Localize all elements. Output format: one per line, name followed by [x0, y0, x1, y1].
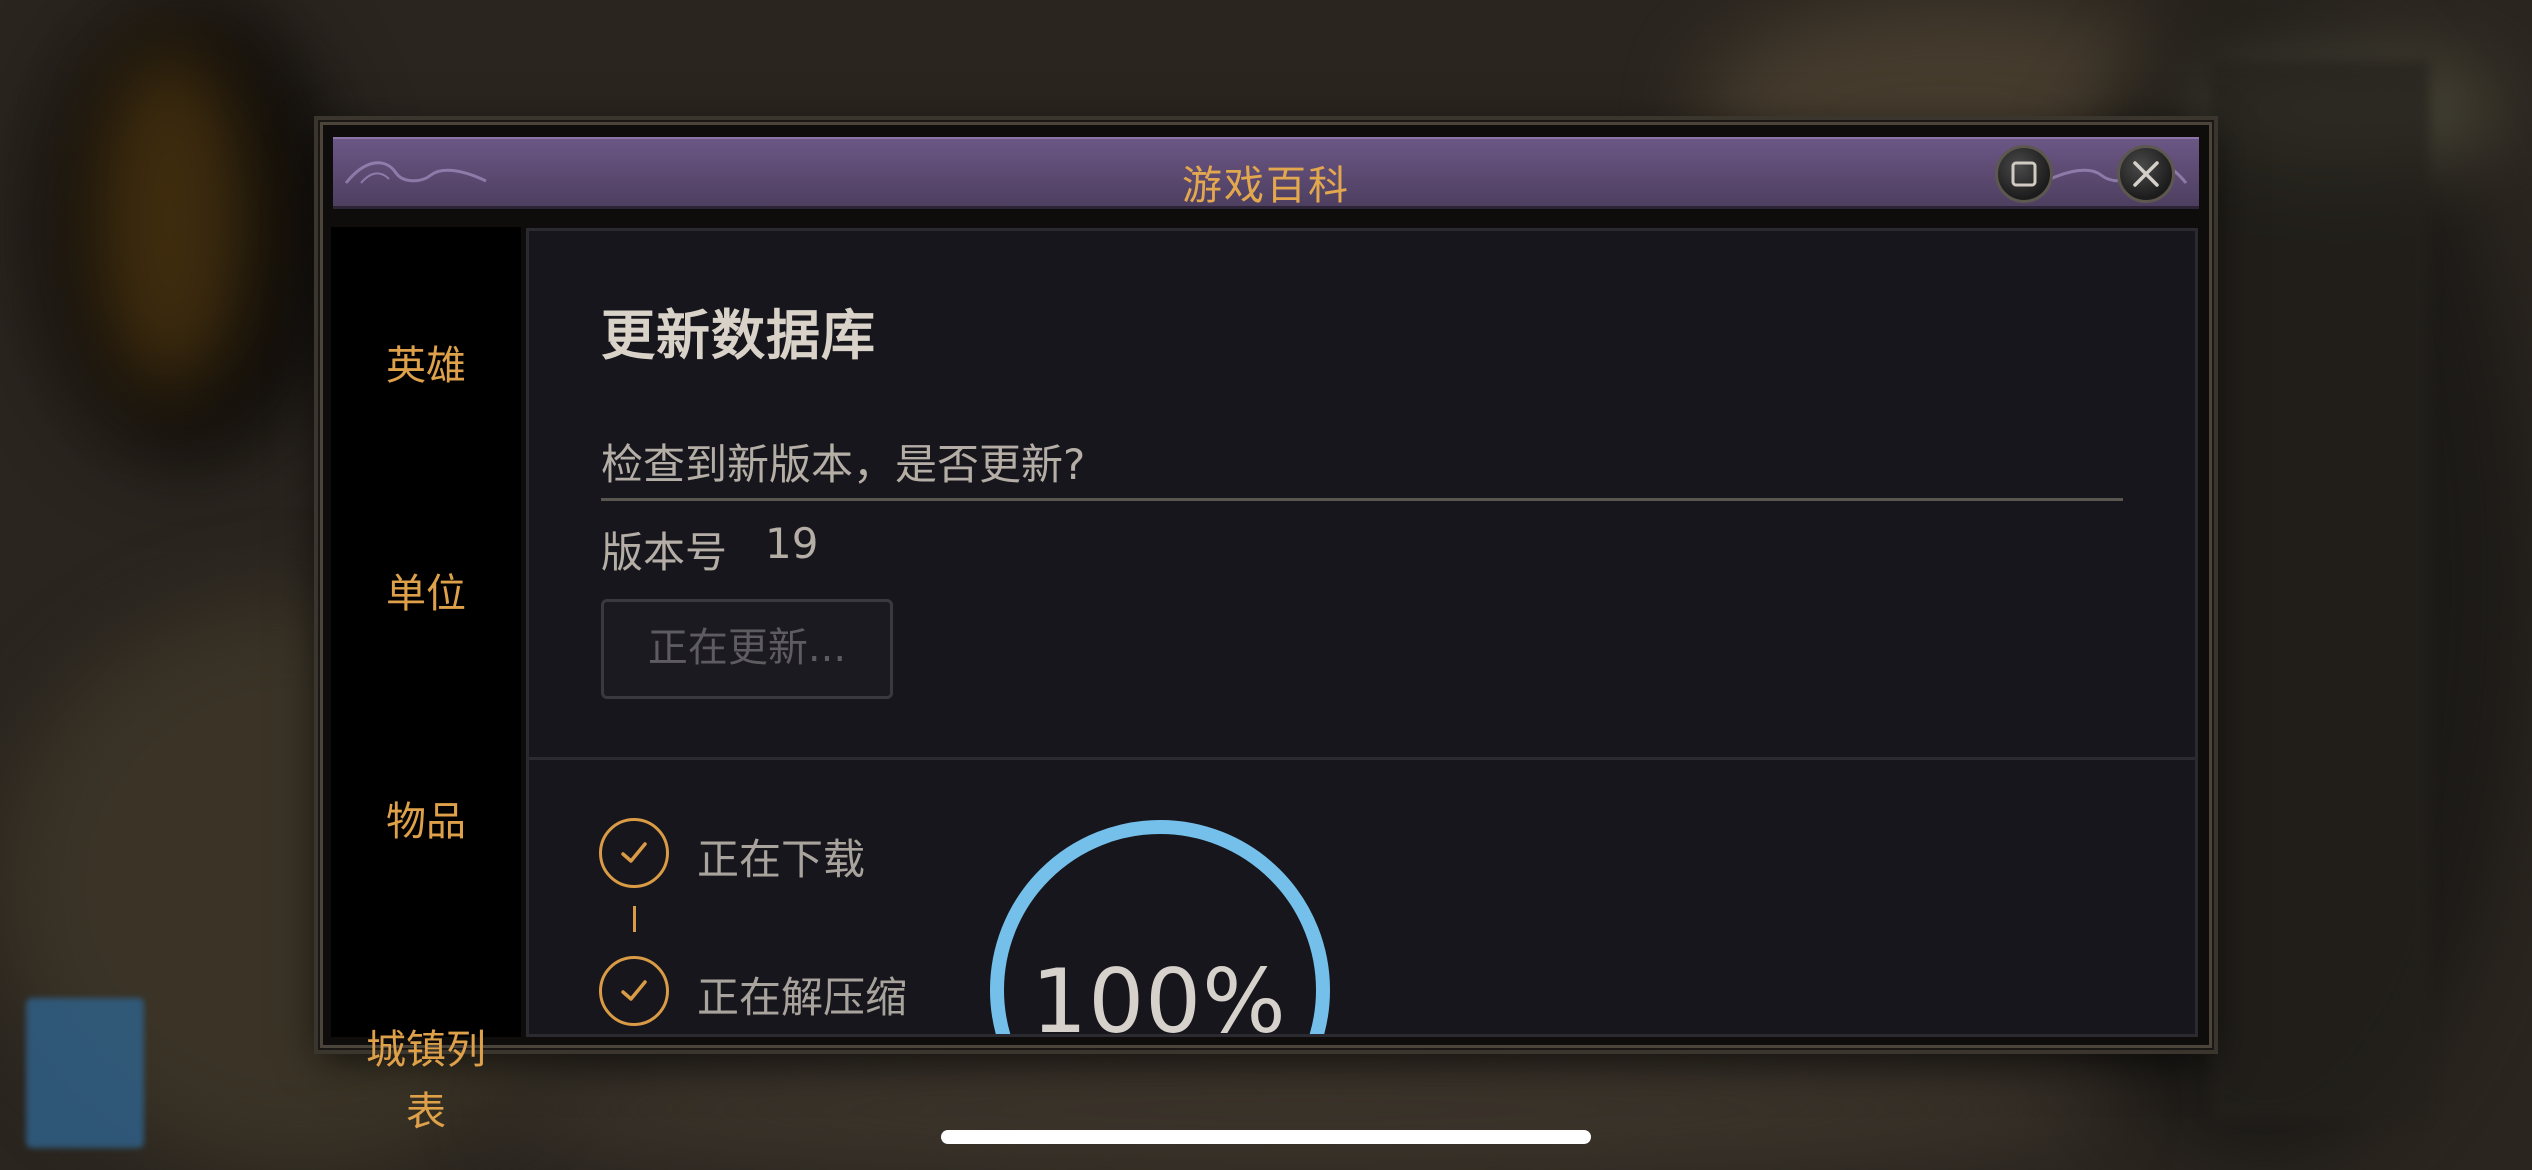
sidebar-item-town-list[interactable]: 城镇列 表	[331, 1019, 521, 1143]
update-panel: 更新数据库 检查到新版本，是否更新? 版本号 19 正在更新...	[526, 228, 2198, 760]
title-bar: 游戏百科	[333, 137, 2199, 209]
unzip-step-label: 正在解压缩	[697, 973, 908, 1022]
maximize-button[interactable]	[1995, 145, 2053, 203]
unzip-step-check	[599, 956, 669, 1026]
update-question: 检查到新版本，是否更新?	[601, 435, 2123, 501]
sidebar-item-items[interactable]: 物品	[331, 791, 521, 853]
square-icon	[2011, 161, 2037, 187]
close-button[interactable]	[2117, 145, 2175, 203]
sidebar-item-heroes[interactable]: 英雄	[331, 335, 521, 397]
sidebar: 英雄 单位 物品 城镇列 表	[331, 227, 521, 1135]
progress-panel: 正在下载 正在解压缩 100%	[526, 757, 2198, 1037]
update-heading: 更新数据库	[601, 304, 876, 367]
download-step-check	[599, 818, 669, 888]
version-number: 19	[765, 519, 819, 568]
close-icon	[2133, 161, 2159, 187]
version-label: 版本号	[601, 528, 728, 577]
step-connector	[633, 906, 636, 932]
window-title: 游戏百科	[1182, 163, 1350, 209]
checkmark-icon	[621, 980, 647, 1001]
sidebar-item-units[interactable]: 单位	[331, 563, 521, 625]
updating-button[interactable]: 正在更新...	[601, 599, 893, 699]
download-step-label: 正在下载	[697, 835, 866, 884]
progress-percent: 100%	[1031, 950, 1287, 1037]
checkmark-icon	[621, 842, 647, 863]
encyclopedia-window: 游戏百科 英雄 单位 物品 城镇列 表 更新数据库 检查到新版本，是否更新? 版…	[320, 122, 2212, 1135]
home-indicator[interactable]	[941, 1130, 1591, 1144]
